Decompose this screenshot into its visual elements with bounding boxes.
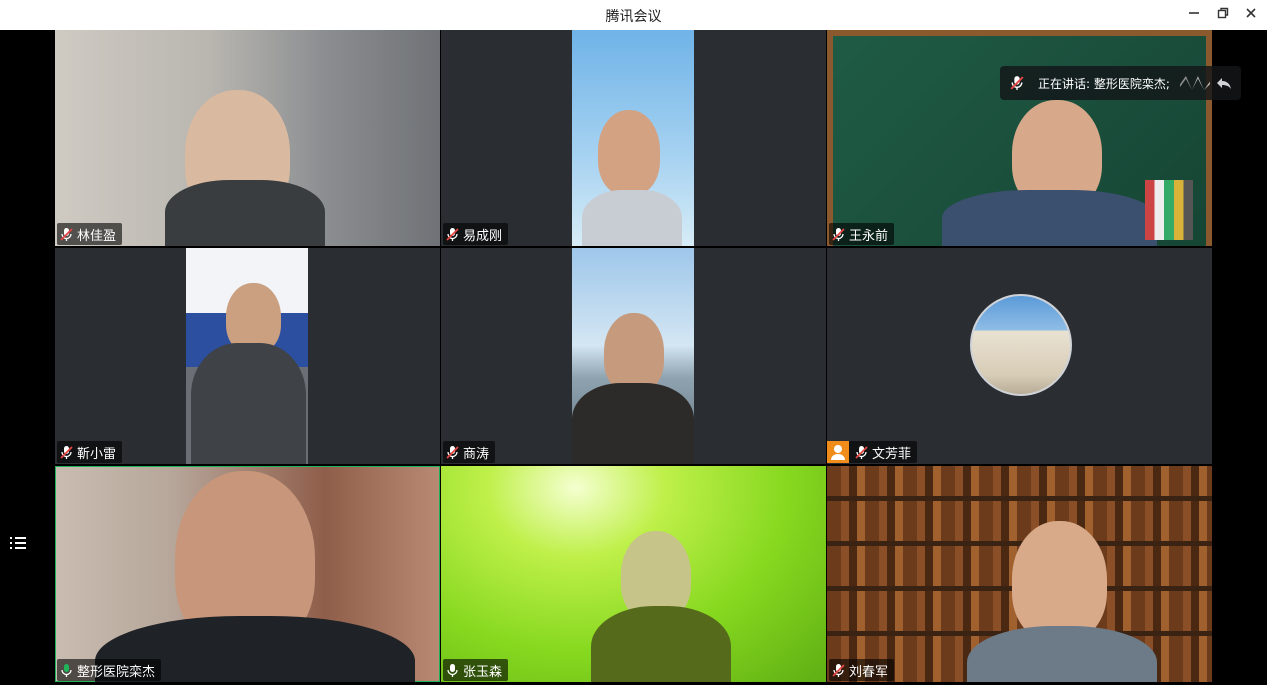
- mic-icon: [61, 663, 72, 677]
- participant-name: 林佳盈: [77, 228, 117, 244]
- participant-label: 整形医院栾杰: [57, 659, 162, 681]
- participant-label: 王永前: [829, 223, 895, 245]
- reply-icon[interactable]: [1216, 76, 1232, 90]
- window-title: 腾讯会议: [605, 9, 662, 25]
- mic-muted-icon: [832, 227, 845, 241]
- mic-muted-icon: [1010, 76, 1024, 90]
- participant-name: 文芳菲: [872, 446, 912, 462]
- audio-wave-icon: [1179, 76, 1210, 90]
- participant-name: 商涛: [463, 446, 490, 462]
- participant-label: 商涛: [443, 441, 496, 463]
- participant-label: 刘春军: [829, 659, 895, 681]
- speaking-text: 正在讲话: 整形医院栾杰;: [1038, 76, 1170, 91]
- participant-label: 林佳盈: [57, 223, 123, 245]
- video-tile[interactable]: 商涛: [441, 248, 826, 464]
- participant-name: 张玉森: [463, 664, 503, 680]
- video-tile[interactable]: 文芳菲: [827, 248, 1212, 464]
- participant-name: 靳小雷: [77, 446, 117, 462]
- participant-name: 王永前: [849, 228, 889, 244]
- video-tile[interactable]: 林佳盈: [55, 30, 440, 246]
- mic-muted-icon: [855, 445, 868, 459]
- video-tile[interactable]: 王永前: [827, 30, 1212, 246]
- title-bar: 腾讯会议: [0, 0, 1267, 30]
- video-tile[interactable]: 刘春军: [827, 466, 1212, 682]
- video-tile[interactable]: 整形医院栾杰: [55, 466, 440, 682]
- participant-label: 文芳菲: [827, 441, 918, 463]
- speaking-indicator: 正在讲话: 整形医院栾杰;: [1000, 66, 1241, 100]
- mic-muted-icon: [446, 227, 459, 241]
- avatar: [970, 294, 1072, 396]
- participant-label: 张玉森: [443, 659, 509, 681]
- participant-label: 易成刚: [443, 223, 509, 245]
- video-tile[interactable]: 张玉森: [441, 466, 826, 682]
- participant-name: 刘春军: [849, 664, 889, 680]
- restore-icon[interactable]: [1212, 4, 1234, 26]
- list-icon[interactable]: [3, 530, 33, 560]
- mic-muted-icon: [446, 445, 459, 459]
- minimize-icon[interactable]: [1183, 4, 1205, 26]
- participant-name: 整形医院栾杰: [77, 664, 156, 680]
- mic-muted-icon: [60, 227, 73, 241]
- user-icon: [827, 441, 849, 463]
- mic-muted-icon: [832, 663, 845, 677]
- video-grid: 林佳盈 易成刚 王永前 靳小雷 商涛 文芳菲 整形医院栾杰 张玉森 刘春军: [0, 30, 1267, 685]
- close-icon[interactable]: [1240, 4, 1262, 26]
- mic-icon: [447, 663, 458, 677]
- participant-name: 易成刚: [463, 228, 503, 244]
- video-tile[interactable]: 易成刚: [441, 30, 826, 246]
- participant-label: 靳小雷: [57, 441, 123, 463]
- video-tile[interactable]: 靳小雷: [55, 248, 440, 464]
- mic-muted-icon: [60, 445, 73, 459]
